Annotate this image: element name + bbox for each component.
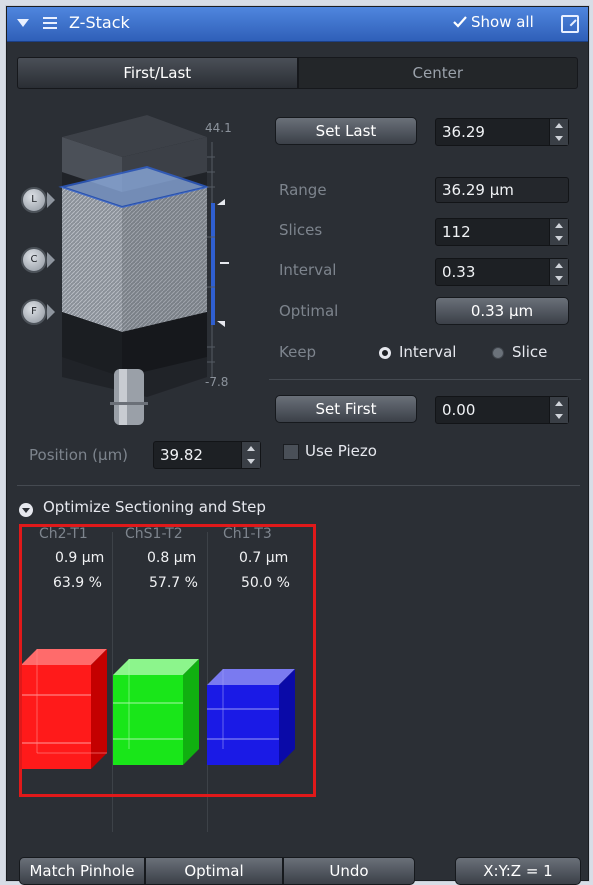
collapse-section-icon[interactable] [19, 503, 33, 517]
optimize-section-title[interactable]: Optimize Sectioning and Step [43, 498, 266, 516]
optimal-label: Optimal [279, 302, 339, 320]
divider [17, 485, 580, 486]
arrow-icon [47, 252, 55, 268]
objective-icon [114, 369, 144, 425]
popout-icon[interactable] [561, 15, 579, 33]
tab-center[interactable]: Center [297, 57, 578, 89]
set-first-button[interactable]: Set First [275, 395, 417, 423]
interval-label: Interval [279, 261, 337, 279]
use-piezo-checkbox[interactable] [283, 444, 299, 460]
arrow-icon [47, 304, 55, 320]
last-value: 36.29 [442, 123, 485, 141]
position-spinner[interactable] [241, 442, 260, 468]
last-value-spinner[interactable] [549, 119, 568, 145]
slices-value: 112 [442, 223, 471, 241]
position-label: Position (µm) [29, 446, 129, 464]
position-input[interactable]: 39.82 [153, 441, 261, 469]
checkmark-icon [453, 16, 467, 28]
optimal-button[interactable]: Optimal [145, 857, 283, 885]
center-position-marker[interactable]: C [21, 247, 47, 273]
undo-button[interactable]: Undo [283, 857, 415, 885]
imaged-volume [62, 187, 122, 332]
last-marker-icon[interactable] [217, 199, 225, 205]
highlight-box [19, 524, 316, 797]
interval-value: 0.33 [442, 263, 476, 281]
first-value-spinner[interactable] [549, 397, 568, 423]
xyz-ratio-button[interactable]: X:Y:Z = 1 [455, 857, 581, 885]
show-all-toggle[interactable]: Show all [471, 13, 534, 31]
slices-label: Slices [279, 221, 323, 239]
keep-label: Keep [279, 343, 317, 361]
last-value-input[interactable]: 36.29 [435, 118, 569, 146]
divider [269, 379, 581, 380]
keep-slice-radio[interactable] [492, 347, 504, 359]
arrow-icon [47, 192, 55, 208]
range-label: Range [279, 181, 327, 199]
use-piezo-label[interactable]: Use Piezo [305, 442, 377, 460]
z-bottom-value: -7.8 [205, 375, 229, 389]
position-value: 39.82 [160, 446, 203, 464]
interval-spinner[interactable] [549, 259, 568, 285]
match-pinhole-button[interactable]: Match Pinhole [19, 857, 145, 885]
interval-input[interactable]: 0.33 [435, 258, 569, 286]
last-position-marker[interactable]: L [21, 187, 47, 213]
first-value: 0.00 [442, 401, 476, 419]
first-value-input[interactable]: 0.00 [435, 396, 569, 424]
z-top-value: 44.1 [205, 121, 232, 135]
keep-interval-radio[interactable] [379, 347, 391, 359]
slices-spinner[interactable] [549, 219, 568, 245]
optimal-interval-button[interactable]: 0.33 µm [435, 297, 569, 325]
keep-interval-label[interactable]: Interval [399, 343, 456, 361]
set-last-button[interactable]: Set Last [275, 117, 417, 145]
keep-slice-label[interactable]: Slice [512, 343, 547, 361]
z-stack-panel: Z-Stack Show all First/Last Center 44.1 … [6, 6, 589, 885]
first-position-marker[interactable]: F [21, 299, 47, 325]
slices-input[interactable]: 112 [435, 218, 569, 246]
range-value: 36.29 µm [435, 177, 569, 203]
first-marker-icon[interactable] [217, 321, 225, 327]
